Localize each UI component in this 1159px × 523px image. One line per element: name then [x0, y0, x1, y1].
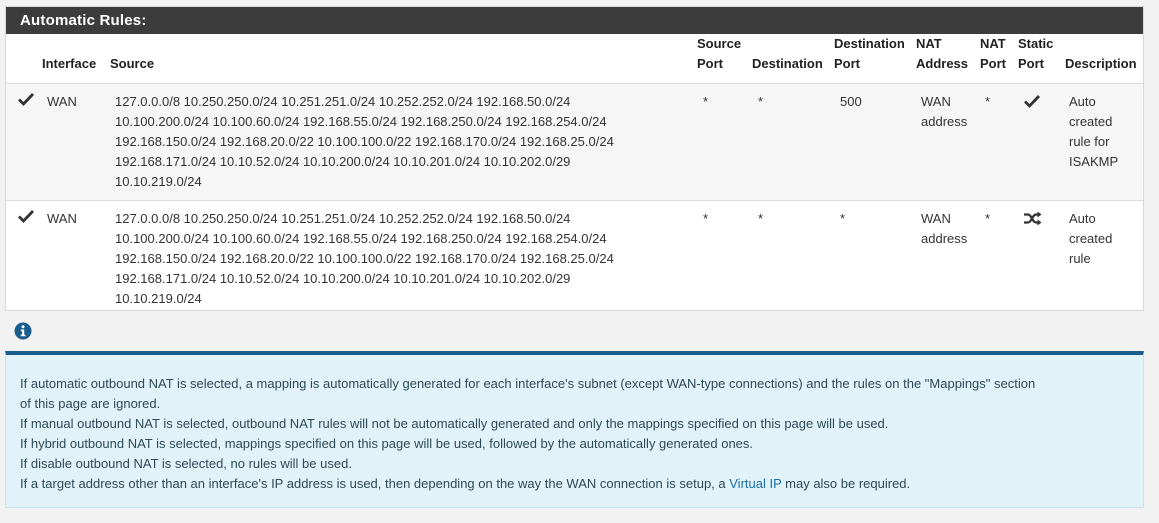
info-line-disable: If disable outbound NAT is selected, no … [20, 456, 352, 471]
header-source: Source [110, 34, 697, 84]
table-header-row: Interface Source Source Port Destination … [6, 34, 1143, 84]
table-row: WAN 127.0.0.0/8 10.250.250.0/24 10.251.2… [6, 201, 1143, 318]
source-port-cell: * [697, 83, 752, 201]
destination-cell: * [752, 83, 834, 201]
check-icon [18, 209, 42, 223]
destination-port-cell: * [840, 211, 846, 226]
header-destination: Destination [752, 34, 834, 84]
check-icon [1024, 94, 1065, 108]
nat-port-cell: * [980, 83, 1018, 201]
check-icon [18, 92, 42, 106]
header-interface: Interface [42, 34, 110, 84]
header-source-port: Source Port [697, 34, 752, 84]
automatic-rules-panel: Automatic Rules: Interface Source Source… [5, 6, 1144, 311]
header-nat-address: NAT Address [916, 34, 980, 84]
interface-cell: WAN [47, 211, 77, 226]
source-port-cell: * [703, 211, 709, 226]
destination-port-cell: 500 [834, 83, 916, 201]
header-status [6, 34, 42, 84]
nat-port-cell: * [985, 211, 991, 226]
panel-title: Automatic Rules: [6, 7, 1143, 34]
header-destination-port: Destination Port [834, 34, 916, 84]
info-icon[interactable] [14, 322, 32, 340]
info-line-manual: If manual outbound NAT is selected, outb… [20, 416, 889, 431]
automatic-rules-table: Interface Source Source Port Destination … [6, 34, 1143, 317]
header-static-port: Static Port [1018, 34, 1065, 84]
static-port-cell [1018, 83, 1065, 201]
shuffle-icon [1023, 211, 1065, 226]
description-cell: Auto created rule for ISAKMP [1065, 83, 1143, 201]
header-nat-port: NAT Port [980, 34, 1018, 84]
info-line-virtual-ip: If a target address other than an interf… [20, 476, 911, 491]
source-cell: 127.0.0.0/8 10.250.250.0/24 10.251.251.0… [110, 83, 697, 201]
nat-address-cell: WAN address [916, 83, 980, 201]
status-cell [6, 83, 42, 201]
status-cell [6, 201, 42, 318]
table-row: WAN 127.0.0.0/8 10.250.250.0/24 10.251.2… [6, 83, 1143, 201]
info-line-hybrid: If hybrid outbound NAT is selected, mapp… [20, 436, 754, 451]
header-description: Description [1065, 34, 1143, 84]
destination-cell: * [758, 211, 764, 226]
info-line-automatic: If automatic outbound NAT is selected, a… [20, 376, 1036, 411]
static-port-cell [1018, 201, 1065, 318]
source-cell: 127.0.0.0/8 10.250.250.0/24 10.251.251.0… [115, 211, 614, 306]
virtual-ip-link[interactable]: Virtual IP [729, 476, 781, 491]
interface-cell: WAN [42, 83, 110, 201]
description-cell: Auto created rule [1069, 211, 1113, 266]
nat-address-cell: WAN address [921, 211, 968, 246]
info-alert: If automatic outbound NAT is selected, a… [5, 351, 1144, 508]
